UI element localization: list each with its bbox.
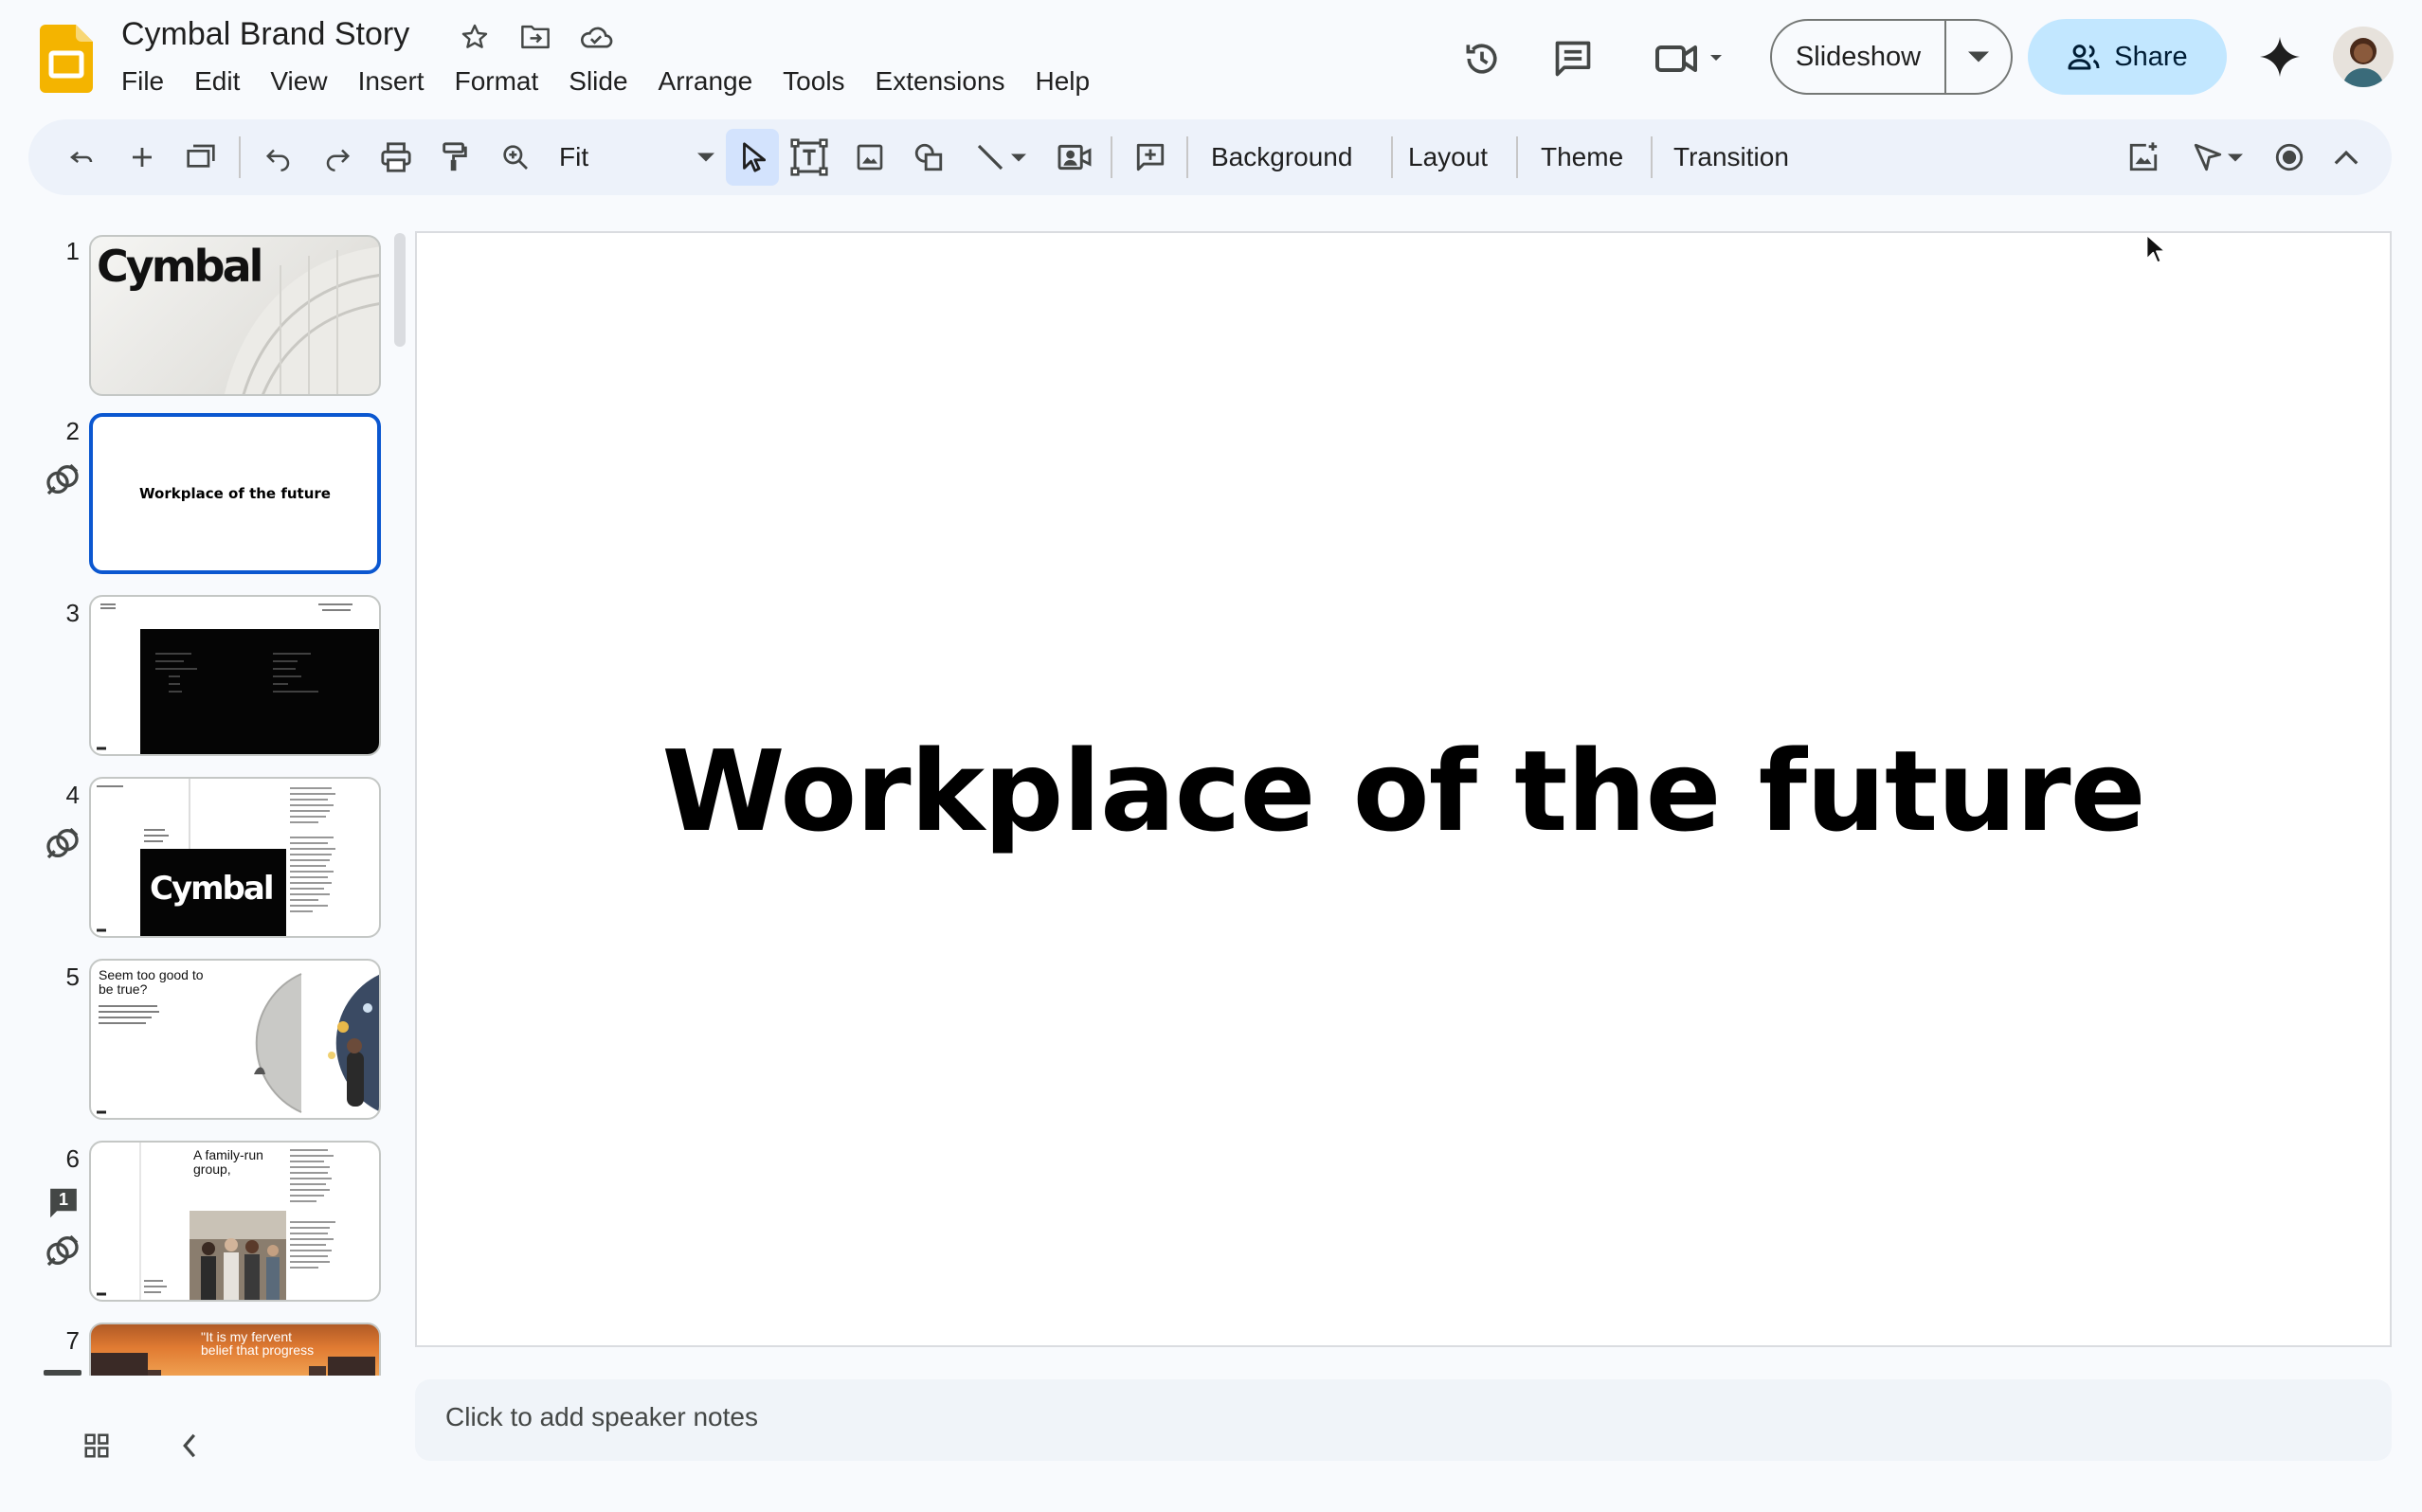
layout-button[interactable]: Layout — [1399, 129, 1497, 186]
line-tool[interactable] — [963, 129, 1039, 186]
comment-indicator-icon — [44, 1370, 81, 1376]
thumbnail-title: Workplace of the future — [139, 485, 331, 502]
slide-thumbnail-7[interactable]: "It is my fervent belief that progress — [89, 1323, 381, 1376]
linked-slide-icon — [44, 1232, 81, 1269]
version-history-icon[interactable] — [1454, 32, 1510, 85]
pointer-icon — [2192, 142, 2224, 172]
toolbar-divider — [1391, 136, 1393, 178]
grid-view-icon[interactable] — [74, 1423, 119, 1468]
mouse-cursor-icon — [2145, 233, 2168, 265]
toolbar-divider — [1651, 136, 1653, 178]
slide-canvas[interactable]: Workplace of the future — [415, 231, 2392, 1347]
search-menus-icon[interactable] — [57, 129, 106, 186]
toolbar: Fit Background Layout Theme Transition — [28, 119, 2392, 195]
star-icon[interactable] — [457, 19, 493, 55]
theme-button[interactable]: Theme — [1531, 129, 1633, 186]
record-icon[interactable] — [2265, 129, 2314, 186]
toolbar-divider — [1516, 136, 1518, 178]
menu-view[interactable]: View — [255, 61, 342, 102]
menu-help[interactable]: Help — [1021, 61, 1106, 102]
toolbar-divider — [1186, 136, 1188, 178]
new-slide-icon[interactable] — [117, 129, 167, 186]
slide-number: 2 — [65, 417, 80, 445]
print-icon[interactable] — [371, 129, 421, 186]
zoom-value: Fit — [559, 142, 589, 171]
toolbar-divider — [1111, 136, 1112, 178]
linked-slide-icon — [44, 460, 81, 498]
collapse-filmstrip-icon[interactable] — [167, 1423, 212, 1468]
menu-tools[interactable]: Tools — [768, 61, 859, 102]
insert-video-icon[interactable] — [1050, 129, 1099, 186]
new-slide-layout-icon[interactable] — [176, 129, 226, 186]
comments-icon[interactable] — [1545, 32, 1601, 85]
share-label: Share — [2114, 41, 2188, 72]
insert-image-icon[interactable] — [845, 129, 895, 186]
comment-indicator-icon[interactable]: 1 — [44, 1186, 81, 1220]
slide-thumbnail-3[interactable] — [89, 595, 381, 756]
thumbnail-title: "It is my fervent belief that progress — [201, 1329, 315, 1358]
slide-number: 1 — [65, 237, 80, 265]
undo-icon[interactable] — [254, 129, 303, 186]
speaker-notes-placeholder: Click to add speaker notes — [445, 1402, 758, 1431]
chevron-down-icon — [2228, 153, 2243, 162]
slideshow-button[interactable]: Slideshow — [1772, 21, 1946, 93]
slideshow-button-group: Slideshow — [1770, 19, 2013, 95]
menu-file[interactable]: File — [106, 61, 179, 102]
shape-icon[interactable] — [904, 129, 953, 186]
document-title[interactable]: Cymbal Brand Story — [121, 13, 409, 55]
text-box-icon[interactable] — [785, 129, 834, 186]
zoom-select[interactable]: Fit — [551, 129, 722, 186]
slide-number: 3 — [65, 599, 80, 627]
slideshow-dropdown[interactable] — [1946, 21, 2011, 93]
slide-thumbnail-5[interactable]: Seem too good to be true? — [89, 959, 381, 1120]
slide-number: 6 — [65, 1144, 80, 1173]
comment-count: 1 — [58, 1190, 68, 1209]
thumbnail-logo: Cymbal — [97, 241, 263, 292]
slide-thumbnail-2[interactable]: Workplace of the future — [89, 413, 381, 574]
menu-extensions[interactable]: Extensions — [860, 61, 1021, 102]
menu-slide[interactable]: Slide — [553, 61, 642, 102]
chevron-down-icon — [1011, 153, 1026, 162]
redo-icon[interactable] — [313, 129, 362, 186]
slide-thumbnail-6[interactable]: A family-run group, — [89, 1141, 381, 1302]
people-icon — [2067, 43, 2101, 71]
collapse-toolbar-icon[interactable] — [2322, 129, 2371, 186]
speaker-notes[interactable]: Click to add speaker notes — [415, 1379, 2392, 1461]
transition-button[interactable]: Transition — [1664, 129, 1798, 186]
laser-pointer-tool[interactable] — [2179, 129, 2255, 186]
avatar[interactable] — [2333, 27, 2394, 87]
slide-number: 7 — [65, 1326, 80, 1355]
slide-number: 4 — [65, 781, 80, 809]
move-to-folder-icon[interactable] — [517, 19, 553, 55]
menu-format[interactable]: Format — [440, 61, 554, 102]
meet-icon[interactable] — [1649, 32, 1734, 85]
slide-thumbnail-1[interactable]: Cymbal — [89, 235, 381, 396]
filmstrip-scrollbar[interactable] — [394, 233, 406, 347]
menu-edit[interactable]: Edit — [179, 61, 255, 102]
toolbar-divider — [239, 136, 241, 178]
linked-slide-icon — [44, 824, 81, 862]
add-comment-icon[interactable] — [1126, 129, 1175, 186]
slide-thumbnail-4[interactable]: Cymbal — [89, 777, 381, 938]
chevron-down-icon — [697, 153, 714, 162]
menu-bar: File Edit View Insert Format Slide Arran… — [106, 61, 1105, 102]
zoom-icon[interactable] — [491, 129, 540, 186]
generate-image-icon[interactable] — [2119, 129, 2168, 186]
slides-logo-icon[interactable] — [40, 25, 93, 93]
cloud-saved-icon[interactable] — [578, 19, 614, 55]
line-icon — [975, 142, 1005, 172]
menu-insert[interactable]: Insert — [343, 61, 440, 102]
paint-format-icon[interactable] — [430, 129, 479, 186]
menu-arrange[interactable]: Arrange — [643, 61, 768, 102]
gemini-icon[interactable] — [2251, 28, 2308, 85]
background-button[interactable]: Background — [1202, 129, 1362, 186]
select-tool-icon[interactable] — [726, 129, 779, 186]
share-button[interactable]: Share — [2028, 19, 2227, 95]
slide-number: 5 — [65, 963, 80, 991]
chevron-down-icon — [1968, 51, 1989, 63]
slide-title[interactable]: Workplace of the future — [417, 726, 2390, 856]
